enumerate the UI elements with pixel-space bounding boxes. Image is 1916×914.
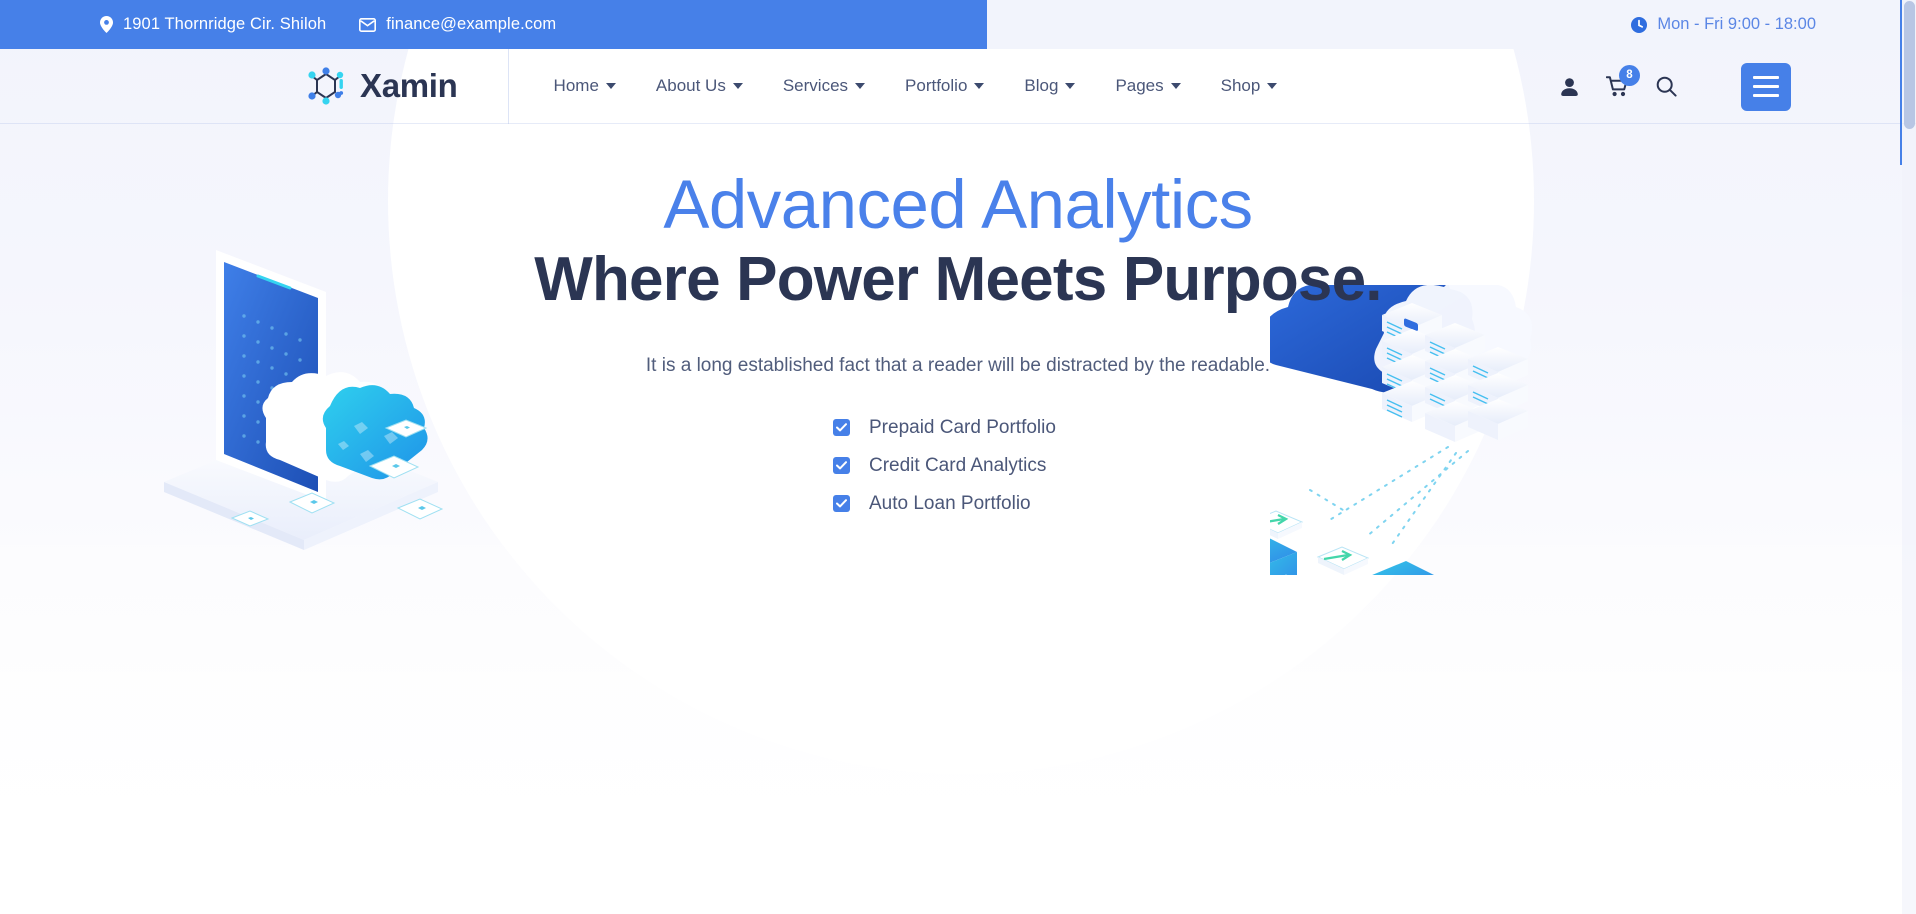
checkbox-checked-icon[interactable] — [833, 419, 850, 437]
nav-item-pages[interactable]: Pages — [1115, 76, 1181, 96]
hero-headline-bottom: Where Power Meets Purpose. — [534, 245, 1382, 315]
nav-item-shop-label: Shop — [1220, 76, 1261, 95]
page-root: 1901 Thornridge Cir. Shiloh finance@exam… — [0, 0, 1916, 914]
feature-label: Auto Loan Portfolio — [869, 492, 1031, 514]
main-navigation: Home About Us Services Portfolio Blog Pa… — [554, 76, 1278, 96]
feature-item-auto-loan-portfolio[interactable]: Auto Loan Portfolio — [833, 485, 1083, 523]
nav-item-shop[interactable]: Shop — [1221, 76, 1278, 96]
topbar-email-text: finance@example.com — [386, 15, 557, 33]
feature-item-prepaid-card-portfolio[interactable]: Prepaid Card Portfolio — [833, 409, 1083, 447]
nav-item-pages-label: Pages — [1115, 76, 1164, 95]
envelope-icon — [359, 17, 377, 32]
chevron-down-icon — [732, 83, 743, 89]
hero-feature-list: Prepaid Card Portfolio Credit Card Analy… — [833, 409, 1083, 523]
clock-icon — [1631, 16, 1648, 33]
chevron-down-icon — [605, 83, 616, 89]
cart-button[interactable]: 8 — [1606, 65, 1640, 97]
checkbox-checked-icon[interactable] — [833, 457, 850, 475]
scrollbar-thumb[interactable] — [1904, 1, 1915, 129]
topbar-address[interactable]: 1901 Thornridge Cir. Shiloh — [100, 15, 326, 34]
feature-label: Credit Card Analytics — [869, 454, 1047, 476]
nav-item-services-label: Services — [782, 76, 849, 95]
user-icon — [1560, 77, 1579, 97]
header-action-group: 8 — [1560, 49, 1791, 124]
chevron-down-icon — [1267, 83, 1278, 89]
feature-label: Prepaid Card Portfolio — [869, 416, 1056, 438]
nav-item-home[interactable]: Home — [554, 76, 616, 96]
search-button[interactable] — [1656, 76, 1677, 97]
checkbox-checked-icon[interactable] — [833, 495, 850, 513]
nav-item-services[interactable]: Services — [782, 76, 866, 96]
network-nodes-logo-icon — [305, 65, 347, 107]
chevron-down-icon — [974, 83, 985, 89]
chevron-down-icon — [1065, 83, 1076, 89]
nav-item-blog-label: Blog — [1024, 76, 1059, 95]
topbar-address-text: 1901 Thornridge Cir. Shiloh — [123, 15, 327, 33]
viewport-right-edge — [1900, 0, 1902, 165]
map-pin-icon — [100, 16, 113, 33]
user-account-button[interactable] — [1560, 77, 1579, 97]
topbar-email[interactable]: finance@example.com — [359, 15, 556, 34]
cart-count-badge: 8 — [1619, 65, 1640, 86]
nav-item-portfolio[interactable]: Portfolio — [905, 76, 985, 96]
topbar-hours-text: Mon - Fri 9:00 - 18:00 — [1657, 15, 1816, 33]
hamburger-menu-icon-bar — [1753, 94, 1779, 97]
top-info-bar: 1901 Thornridge Cir. Shiloh finance@exam… — [0, 0, 1916, 49]
nav-item-portfolio-label: Portfolio — [905, 76, 968, 95]
hero-headline-top: Advanced Analytics — [663, 166, 1253, 243]
site-header: Xamin Home About Us Services Portfolio B… — [0, 48, 1916, 124]
hamburger-menu-icon-bar — [1753, 76, 1779, 79]
hamburger-menu-icon-bar — [1753, 85, 1779, 88]
chevron-down-icon — [1170, 83, 1181, 89]
chevron-down-icon — [855, 83, 866, 89]
brand-name-text: Xamin — [360, 67, 458, 104]
topbar-hours: Mon - Fri 9:00 - 18:00 — [1631, 0, 1816, 49]
brand-logo[interactable]: Xamin — [305, 48, 509, 124]
nav-item-home-label: Home — [553, 76, 599, 95]
hero-subtext: It is a long established fact that a rea… — [645, 354, 1271, 376]
search-icon — [1656, 76, 1677, 97]
nav-item-blog[interactable]: Blog — [1024, 76, 1076, 96]
hamburger-menu-button[interactable] — [1741, 62, 1791, 111]
nav-item-about-us-label: About Us — [655, 76, 726, 95]
scrollbar-track[interactable] — [1902, 0, 1916, 914]
feature-item-credit-card-analytics[interactable]: Credit Card Analytics — [833, 447, 1083, 485]
top-bar-contact-group: 1901 Thornridge Cir. Shiloh finance@exam… — [100, 0, 556, 49]
hero-section: Advanced Analytics Where Power Meets Pur… — [0, 124, 1916, 914]
nav-item-about-us[interactable]: About Us — [656, 76, 743, 96]
